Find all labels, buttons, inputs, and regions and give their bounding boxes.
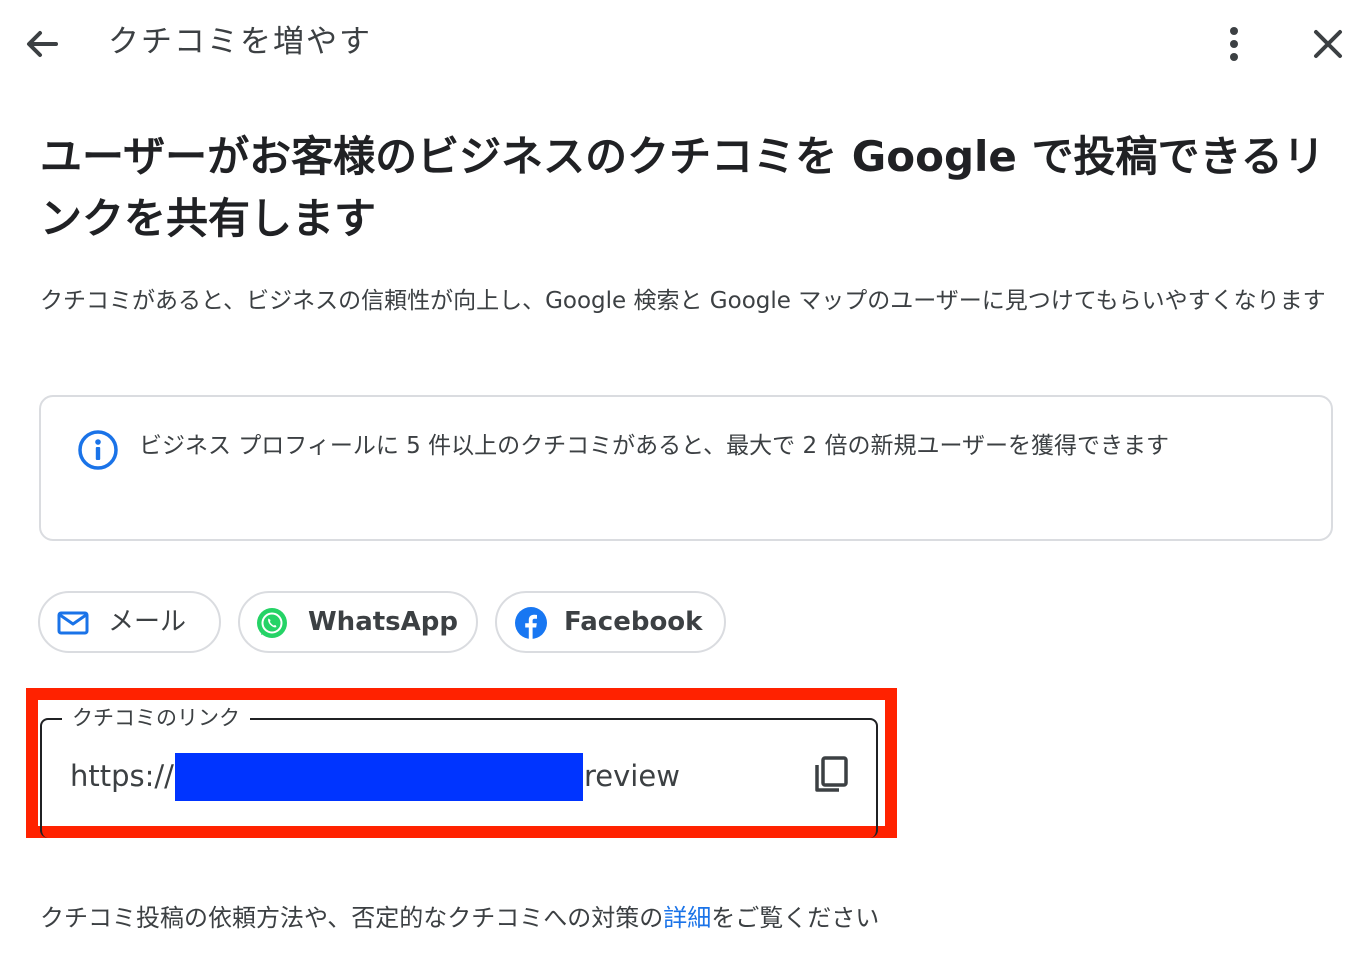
- arrow-left-icon: [27, 31, 58, 57]
- review-link-prefix: https://: [70, 759, 174, 793]
- share-whatsapp-button[interactable]: WhatsApp: [238, 591, 478, 653]
- whatsapp-icon: [257, 608, 287, 638]
- info-icon: [78, 430, 118, 470]
- footer-text-before: クチコミ投稿の依頼方法や、否定的なクチコミへの対策の: [40, 904, 664, 932]
- page-description: クチコミがあると、ビジネスの信頼性が向上し、Google 検索と Google …: [40, 288, 1326, 314]
- share-facebook-button[interactable]: Facebook: [495, 591, 726, 653]
- review-link-legend: クチコミのリンク: [62, 704, 250, 732]
- learn-more-link[interactable]: 詳細: [663, 904, 711, 932]
- review-link-suffix: review: [584, 759, 680, 793]
- footer-help-text: クチコミ投稿の依頼方法や、否定的なクチコミへの対策の詳細をご覧ください: [40, 898, 879, 938]
- review-link-field[interactable]: クチコミのリンク https:// review: [40, 704, 878, 838]
- share-facebook-label: Facebook: [564, 607, 703, 637]
- more-options-button[interactable]: [1212, 22, 1256, 66]
- facebook-icon: [515, 607, 547, 639]
- redacted-block: [175, 753, 583, 801]
- copy-link-button[interactable]: [810, 754, 852, 796]
- info-text: ビジネス プロフィールに 5 件以上のクチコミがあると、最大で 2 倍の新規ユー…: [139, 433, 1169, 459]
- dialog-header: クチコミを増やす: [0, 0, 1372, 90]
- page-headline: ユーザーがお客様のビジネスのクチコミを Google で投稿できるリンクを共有し…: [40, 132, 1325, 243]
- back-button[interactable]: [20, 22, 64, 66]
- close-button[interactable]: [1306, 22, 1350, 66]
- share-email-button[interactable]: メール: [38, 591, 221, 653]
- footer-text-after: をご覧ください: [711, 904, 880, 932]
- more-vertical-icon: [1230, 27, 1238, 61]
- mail-icon: [57, 611, 89, 635]
- close-icon: [1314, 30, 1342, 58]
- info-callout: ビジネス プロフィールに 5 件以上のクチコミがあると、最大で 2 倍の新規ユー…: [39, 395, 1333, 541]
- dialog-title: クチコミを増やす: [108, 24, 372, 60]
- share-whatsapp-label: WhatsApp: [308, 607, 458, 637]
- share-email-label: メール: [108, 607, 187, 637]
- copy-icon: [815, 756, 848, 792]
